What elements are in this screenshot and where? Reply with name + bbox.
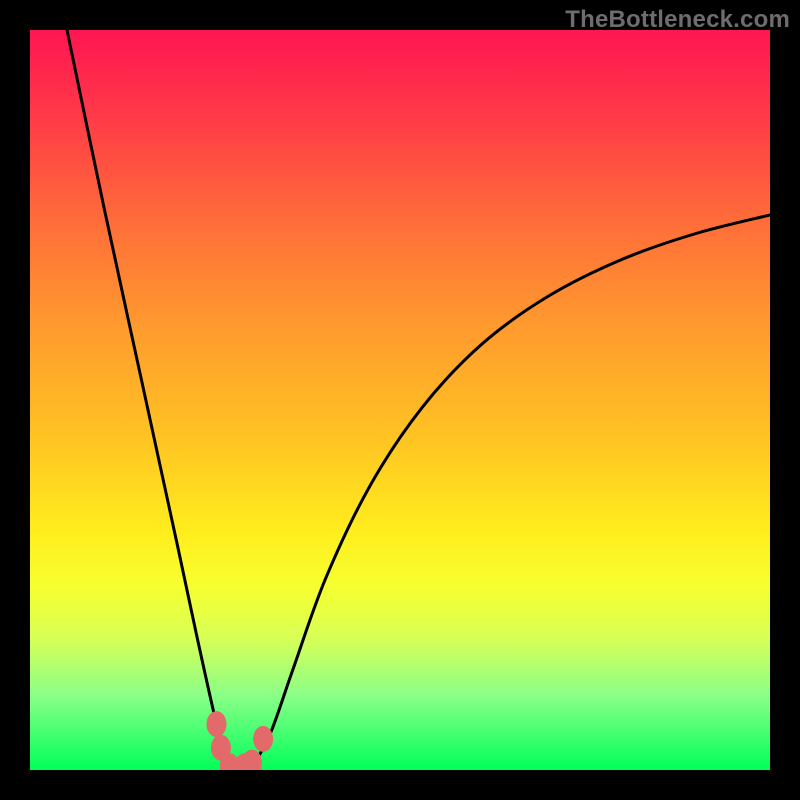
left-dot-1 <box>206 711 226 737</box>
watermark: TheBottleneck.com <box>565 6 790 34</box>
right-dot-2 <box>253 726 273 752</box>
chart-plot-area <box>30 30 770 770</box>
bottleneck-curve <box>67 30 770 770</box>
chart-svg <box>30 30 770 770</box>
curve-markers <box>206 711 273 770</box>
